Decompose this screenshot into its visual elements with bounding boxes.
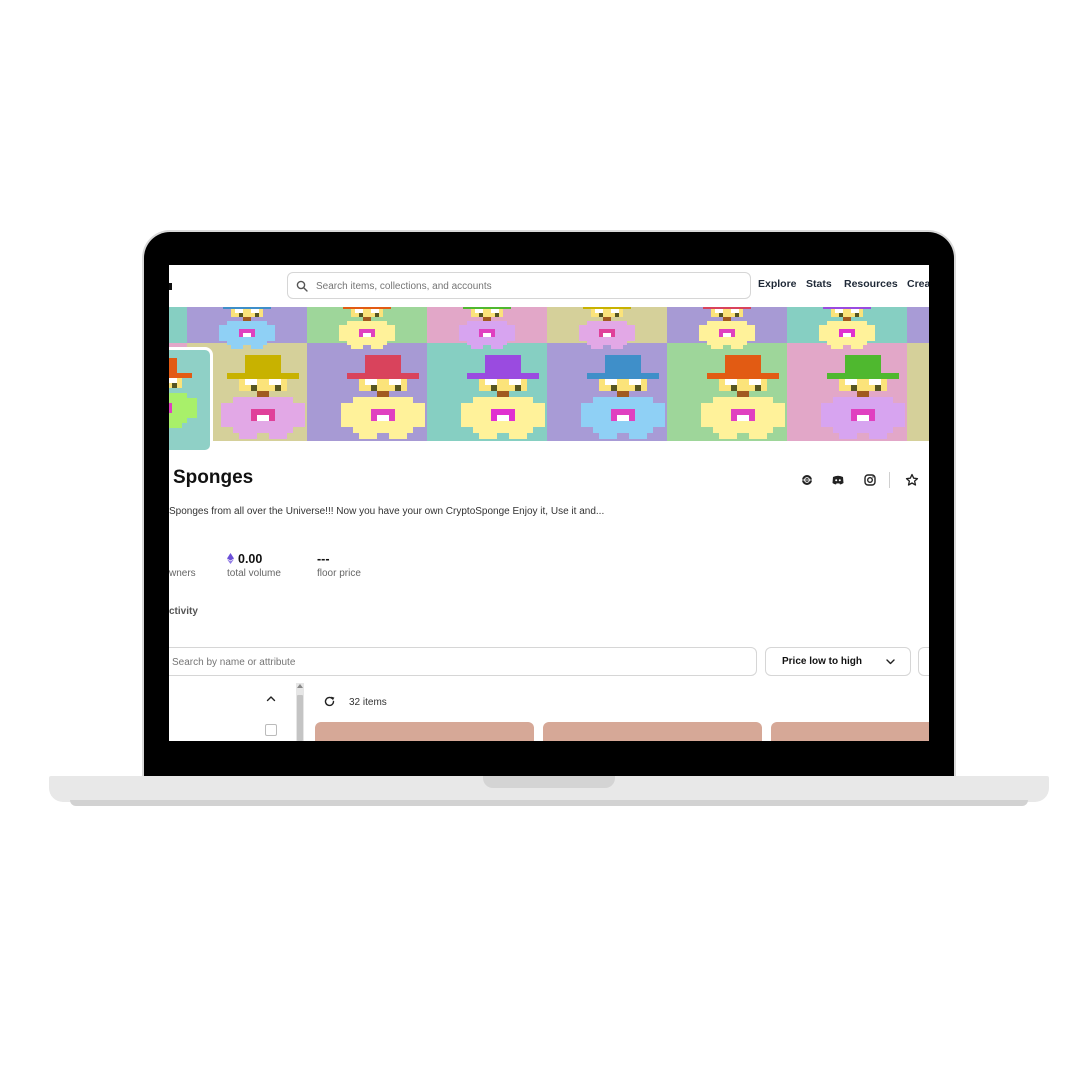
- owners-label: wners: [169, 568, 196, 579]
- browser-screen: Explore Stats Resources Crea Sponges Spo…: [169, 265, 929, 741]
- laptop-base-shadow: [70, 800, 1028, 806]
- sidebar-scrollbar-thumb[interactable]: [297, 695, 303, 741]
- chevron-down-icon: [886, 659, 895, 665]
- item-search-input[interactable]: [170, 653, 734, 672]
- star-icon[interactable]: [904, 472, 920, 488]
- nft-card[interactable]: [543, 722, 762, 741]
- website-icon[interactable]: [799, 472, 815, 488]
- banner-artwork: [169, 307, 929, 441]
- floor-price-value: ---: [317, 552, 330, 566]
- top-navigation-bar: Explore Stats Resources Crea: [169, 265, 929, 307]
- nft-card[interactable]: [315, 722, 534, 741]
- nav-stats[interactable]: Stats: [806, 278, 832, 290]
- scroll-up-arrow[interactable]: [297, 684, 303, 688]
- collection-banner: [169, 307, 929, 441]
- sort-dropdown[interactable]: Price low to high: [765, 647, 911, 676]
- collection-avatar[interactable]: [169, 347, 213, 453]
- refresh-icon[interactable]: [323, 695, 336, 708]
- discord-icon[interactable]: [830, 472, 846, 488]
- nav-resources[interactable]: Resources: [844, 278, 898, 290]
- icon-divider: [889, 472, 890, 488]
- items-count: 32 items: [349, 697, 387, 708]
- floor-price-label: floor price: [317, 568, 361, 579]
- global-search-input[interactable]: [314, 276, 738, 297]
- nft-card[interactable]: [771, 722, 929, 741]
- total-volume-value: 0.00: [238, 552, 263, 566]
- logo-fragment: [169, 283, 172, 290]
- nav-create[interactable]: Crea: [907, 278, 929, 290]
- chevron-up-icon[interactable]: [266, 695, 276, 702]
- collection-description: Sponges from all over the Universe!!! No…: [169, 506, 605, 517]
- nav-explore[interactable]: Explore: [758, 278, 797, 290]
- filter-checkbox[interactable]: [265, 724, 277, 736]
- sort-dropdown-label: Price low to high: [782, 656, 863, 667]
- total-volume-label: total volume: [227, 568, 281, 579]
- eth-icon: [227, 553, 234, 564]
- view-toggle[interactable]: [918, 647, 929, 676]
- global-search[interactable]: [287, 272, 751, 299]
- item-search[interactable]: [169, 647, 757, 676]
- laptop-notch: [483, 776, 615, 788]
- collection-title: Sponges: [173, 467, 254, 488]
- avatar-artwork: [169, 358, 197, 428]
- tab-activity[interactable]: ctivity: [169, 606, 198, 617]
- search-icon: [296, 280, 308, 292]
- instagram-icon[interactable]: [862, 472, 878, 488]
